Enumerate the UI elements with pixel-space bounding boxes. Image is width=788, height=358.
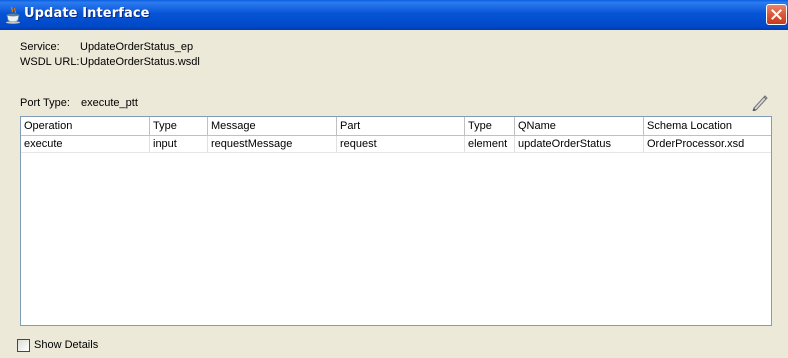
java-cup-icon (6, 6, 20, 24)
edit-pencil-icon[interactable] (750, 93, 770, 111)
service-label: Service: (20, 41, 60, 53)
close-icon (771, 9, 782, 20)
column-header-part-type[interactable]: Type (465, 117, 515, 135)
cell-part: request (337, 136, 465, 152)
cell-message: requestMessage (208, 136, 337, 152)
show-details-checkbox[interactable] (17, 339, 30, 352)
column-header-qname[interactable]: QName (515, 117, 644, 135)
table-row[interactable]: execute input requestMessage request ele… (21, 136, 771, 153)
wsdl-url-value: UpdateOrderStatus.wsdl (80, 56, 200, 68)
table-header: Operation Type Message Part Type QName S… (21, 117, 771, 136)
column-header-message[interactable]: Message (208, 117, 337, 135)
cell-part-type: element (465, 136, 515, 152)
cell-qname: updateOrderStatus (515, 136, 644, 152)
window-title: Update Interface (24, 6, 150, 21)
cell-schema-location: OrderProcessor.xsd (647, 138, 745, 150)
interface-table[interactable]: Operation Type Message Part Type QName S… (20, 116, 772, 326)
title-bar[interactable]: Update Interface (0, 0, 788, 30)
column-header-operation[interactable]: Operation (21, 117, 150, 135)
close-button[interactable] (766, 4, 787, 25)
service-value: UpdateOrderStatus_ep (80, 41, 194, 53)
port-type-value: execute_ptt (81, 97, 138, 109)
wsdl-url-label: WSDL URL: (20, 56, 80, 68)
show-details-label[interactable]: Show Details (34, 339, 98, 351)
port-type-label: Port Type: (20, 97, 70, 109)
cell-operation: execute (21, 136, 150, 152)
column-header-part[interactable]: Part (337, 117, 465, 135)
cell-type: input (150, 136, 208, 152)
column-header-type[interactable]: Type (150, 117, 208, 135)
column-header-schema-location[interactable]: Schema Location (644, 117, 771, 135)
